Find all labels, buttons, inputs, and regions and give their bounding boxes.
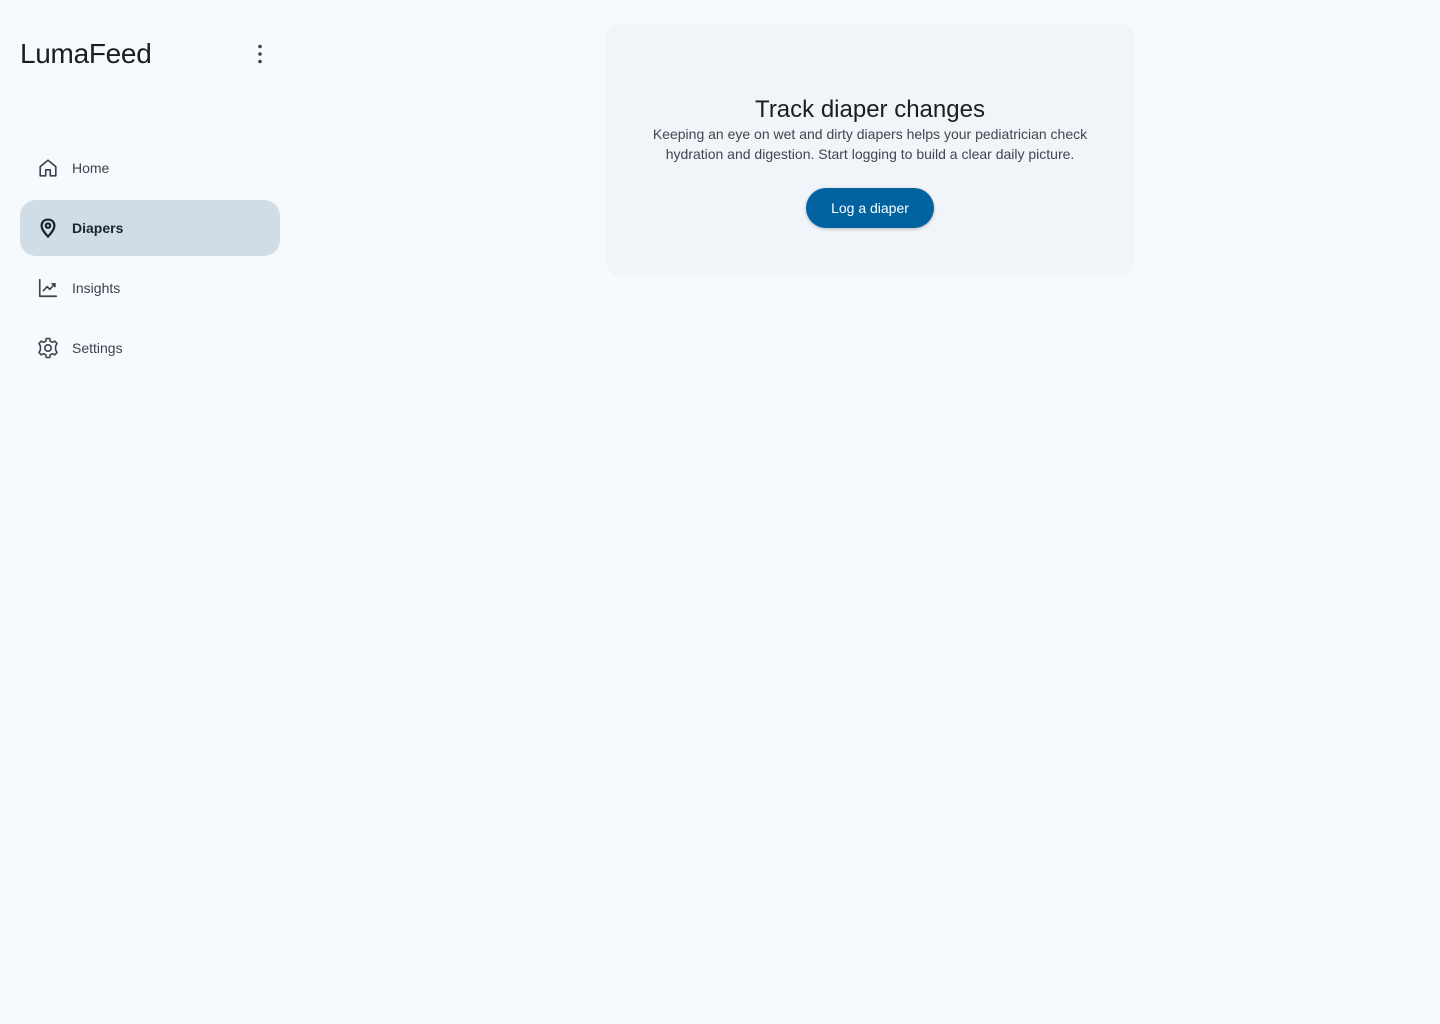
sidebar-item-label: Settings: [72, 340, 123, 356]
empty-state-card: Track diaper changes Keeping an eye on w…: [606, 24, 1134, 276]
sidebar-item-home[interactable]: Home: [20, 140, 280, 196]
insights-chart-icon: [36, 276, 60, 300]
log-diaper-button[interactable]: Log a diaper: [806, 188, 934, 228]
sidebar: LumaFeed Home Diapers Insights Settings: [0, 0, 300, 1024]
sidebar-item-label: Home: [72, 160, 110, 176]
brand-row: LumaFeed: [20, 34, 280, 74]
sidebar-item-insights[interactable]: Insights: [20, 260, 280, 316]
card-description: Keeping an eye on wet and dirty diapers …: [652, 126, 1088, 162]
sidebar-item-label: Insights: [72, 280, 121, 296]
more-options-button[interactable]: [240, 34, 280, 74]
app-title: LumaFeed: [20, 38, 152, 69]
app-root: LumaFeed Home Diapers Insights Settings …: [0, 0, 1440, 1024]
sidebar-item-diapers[interactable]: Diapers: [20, 200, 280, 256]
sidebar-nav: Home Diapers Insights Settings: [20, 140, 280, 380]
diaper-icon: [36, 216, 60, 240]
home-icon: [36, 156, 60, 180]
more-vertical-icon: [258, 44, 262, 64]
card-title: Track diaper changes: [755, 96, 985, 123]
sidebar-item-settings[interactable]: Settings: [20, 320, 280, 376]
gear-icon: [36, 336, 60, 360]
sidebar-item-label: Diapers: [72, 220, 124, 236]
